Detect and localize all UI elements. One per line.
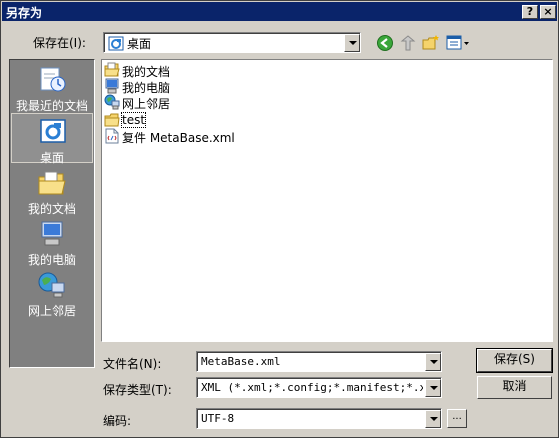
close-button[interactable]: ×	[540, 5, 556, 19]
filename-dropdown-arrow[interactable]	[425, 353, 441, 371]
back-icon[interactable]	[375, 33, 395, 53]
encoding-dropdown-arrow[interactable]	[425, 410, 441, 428]
file-name: 我的电脑	[122, 81, 171, 95]
place-label: 桌面	[39, 151, 64, 165]
save-button[interactable]: 保存(S)	[476, 348, 553, 373]
folder-icon	[104, 113, 120, 127]
my-computer-icon	[41, 221, 63, 246]
file-name: test	[120, 112, 147, 128]
desktop-icon	[108, 36, 124, 51]
place-desktop[interactable]: 桌面	[11, 113, 93, 165]
save-as-dialog: 另存为 ? × 保存在(I): 桌面 我最近的文档 桌面 我的文档 我的电脑 网…	[0, 0, 559, 438]
file-list[interactable]: 我的文档 我的电脑 网上邻居 test 复件 MetaBase.xml	[101, 59, 553, 342]
filename-label: 文件名(N):	[103, 357, 162, 371]
encoding-select[interactable]: UTF-8	[196, 408, 442, 429]
save-in-dropdown-arrow[interactable]	[344, 34, 360, 52]
my-computer-icon	[105, 78, 119, 94]
recent-documents-icon	[40, 67, 66, 92]
my-documents-icon	[104, 62, 120, 77]
filetype-label: 保存类型(T):	[103, 383, 172, 397]
encoding-more-button[interactable]: ...	[447, 409, 467, 428]
file-name: 复件 MetaBase.xml	[122, 131, 235, 145]
title-bar[interactable]: 另存为 ? ×	[2, 2, 557, 21]
filename-input[interactable]: MetaBase.xml	[196, 351, 442, 372]
place-network-places[interactable]: 网上邻居	[11, 267, 93, 318]
place-label: 我最近的文档	[15, 99, 88, 113]
file-name: 我的文档	[122, 65, 171, 79]
file-name: 网上邻居	[122, 97, 171, 111]
filename-value: MetaBase.xml	[201, 355, 281, 368]
desktop-icon	[40, 119, 66, 143]
window-title: 另存为	[6, 6, 43, 20]
my-documents-icon	[38, 171, 66, 195]
place-my-documents[interactable]: 我的文档	[11, 165, 93, 216]
place-label: 我的电脑	[27, 253, 76, 267]
encoding-value: UTF-8	[201, 412, 235, 425]
save-in-label: 保存在(I):	[33, 36, 86, 50]
new-folder-icon[interactable]	[421, 33, 441, 53]
network-places-icon	[38, 272, 65, 298]
filetype-dropdown-arrow[interactable]	[425, 379, 441, 397]
views-menu-icon[interactable]	[445, 33, 471, 53]
encoding-label: 编码:	[103, 414, 132, 428]
filetype-select[interactable]: XML (*.xml;*.config;*.manifest;*.xaml	[196, 377, 442, 398]
place-label: 我的文档	[27, 202, 76, 216]
place-recent-documents[interactable]: 我最近的文档	[11, 62, 93, 113]
save-in-combo[interactable]: 桌面	[103, 32, 361, 53]
filetype-value: XML (*.xml;*.config;*.manifest;*.xaml	[201, 381, 423, 394]
place-label: 网上邻居	[27, 304, 76, 318]
save-in-value: 桌面	[127, 37, 152, 51]
help-button[interactable]: ?	[522, 5, 538, 19]
cancel-button[interactable]: 取消	[477, 376, 552, 399]
network-places-icon	[104, 94, 120, 110]
xml-file-icon	[105, 128, 119, 144]
up-folder-icon[interactable]	[398, 33, 418, 53]
place-my-computer[interactable]: 我的电脑	[11, 216, 93, 267]
places-bar: 我最近的文档 桌面 我的文档 我的电脑 网上邻居	[9, 59, 95, 368]
